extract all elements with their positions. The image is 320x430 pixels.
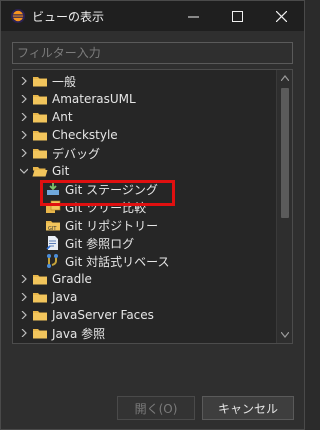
view-tree: 一般 AmaterasUML Ant Checkstyle デバッグ Git G… (12, 69, 293, 344)
tree-item-debug[interactable]: デバッグ (19, 144, 281, 162)
git-tree-compare-icon (46, 200, 61, 213)
chevron-right-icon[interactable] (19, 94, 29, 104)
cancel-button[interactable]: キャンセル (202, 396, 294, 420)
eclipse-icon (11, 9, 25, 23)
folder-open-icon (32, 167, 48, 177)
chevron-right-icon[interactable] (19, 328, 29, 338)
tree-item-label: Gradle (52, 272, 92, 286)
tree-item-label: AmaterasUML (52, 92, 136, 106)
chevron-right-icon[interactable] (19, 310, 29, 320)
tree-item-git-reflog[interactable]: Git 参照ログ (45, 234, 292, 252)
close-button[interactable] (259, 1, 303, 31)
tree-item-ant[interactable]: Ant (19, 108, 281, 126)
tree-item-label: デバッグ (52, 146, 101, 161)
chevron-right-icon[interactable] (19, 292, 29, 302)
caret-down-icon (281, 332, 289, 338)
git-staging-icon (47, 182, 59, 195)
folder-icon (33, 293, 47, 303)
open-button[interactable]: 開く(O) (117, 396, 195, 420)
chevron-right-icon[interactable] (19, 148, 29, 158)
tree-item-label: Git 対話式リベース (65, 254, 170, 269)
tree-item-gradle[interactable]: Gradle (19, 270, 281, 288)
tree-item-label: Git 参照ログ (65, 236, 135, 251)
git-rebase-icon (47, 254, 58, 268)
folder-icon (33, 149, 47, 159)
tree-item-javaserver-faces[interactable]: JavaServer Faces (19, 306, 281, 324)
folder-icon (33, 275, 47, 285)
show-view-dialog: ビューの表示 一般 AmaterasUML Ant (0, 0, 305, 430)
folder-icon (33, 131, 47, 141)
git-repository-icon: GIT (46, 221, 60, 232)
tree-item-java[interactable]: Java (19, 288, 281, 306)
tree-item-git-interactive-rebase[interactable]: Git 対話式リベース (45, 252, 292, 270)
window-title: ビューの表示 (32, 10, 105, 24)
scroll-up-button[interactable] (277, 70, 292, 86)
tree-item-git-tree-compare[interactable]: Git ツリー比較 (45, 198, 292, 216)
chevron-right-icon[interactable] (19, 76, 29, 86)
tree-item-label: Git ツリー比較 (65, 200, 147, 215)
minimize-button[interactable] (171, 1, 215, 31)
title-bar: ビューの表示 (1, 1, 304, 31)
tree-item-label: Ant (52, 110, 73, 124)
folder-icon (33, 113, 47, 123)
tree-item-amaterasuml[interactable]: AmaterasUML (19, 90, 281, 108)
folder-icon (33, 95, 47, 105)
git-reflog-icon (46, 236, 58, 250)
tree-item-general[interactable]: 一般 (19, 72, 281, 90)
tree-item-java-references[interactable]: Java 参照 (19, 324, 281, 342)
folder-icon (33, 311, 47, 321)
scroll-down-button[interactable] (277, 327, 292, 343)
tree-item-label: JavaServer Faces (52, 308, 154, 322)
tree-item-git-repositories[interactable]: GIT Git リポジトリー (45, 216, 292, 234)
vertical-scrollbar[interactable] (276, 70, 292, 343)
tree-item-checkstyle[interactable]: Checkstyle (19, 126, 281, 144)
tree-item-label: Git ステージング (65, 182, 158, 197)
folder-icon (33, 77, 47, 87)
filter-input[interactable] (12, 42, 293, 64)
close-icon (275, 10, 287, 22)
tree-item-label: Git (52, 164, 70, 178)
tree-item-label: Java (52, 290, 78, 304)
tree-item-label: Checkstyle (52, 128, 118, 142)
caret-up-icon (281, 75, 289, 81)
chevron-right-icon[interactable] (19, 112, 29, 122)
chevron-down-icon[interactable] (19, 166, 29, 176)
folder-icon (33, 329, 47, 339)
maximize-icon (231, 10, 243, 22)
svg-text:GIT: GIT (48, 226, 57, 232)
scroll-thumb[interactable] (281, 88, 289, 218)
chevron-right-icon[interactable] (19, 274, 29, 284)
tree-item-git[interactable]: Git (19, 162, 281, 180)
chevron-right-icon[interactable] (19, 130, 29, 140)
tree-item-label: 一般 (52, 74, 77, 89)
tree-item-label: Git リポジトリー (65, 218, 159, 233)
minimize-icon (187, 16, 199, 17)
tree-item-git-staging[interactable]: Git ステージング (45, 180, 292, 198)
tree-item-label: Java 参照 (52, 326, 106, 341)
maximize-button[interactable] (215, 1, 259, 31)
